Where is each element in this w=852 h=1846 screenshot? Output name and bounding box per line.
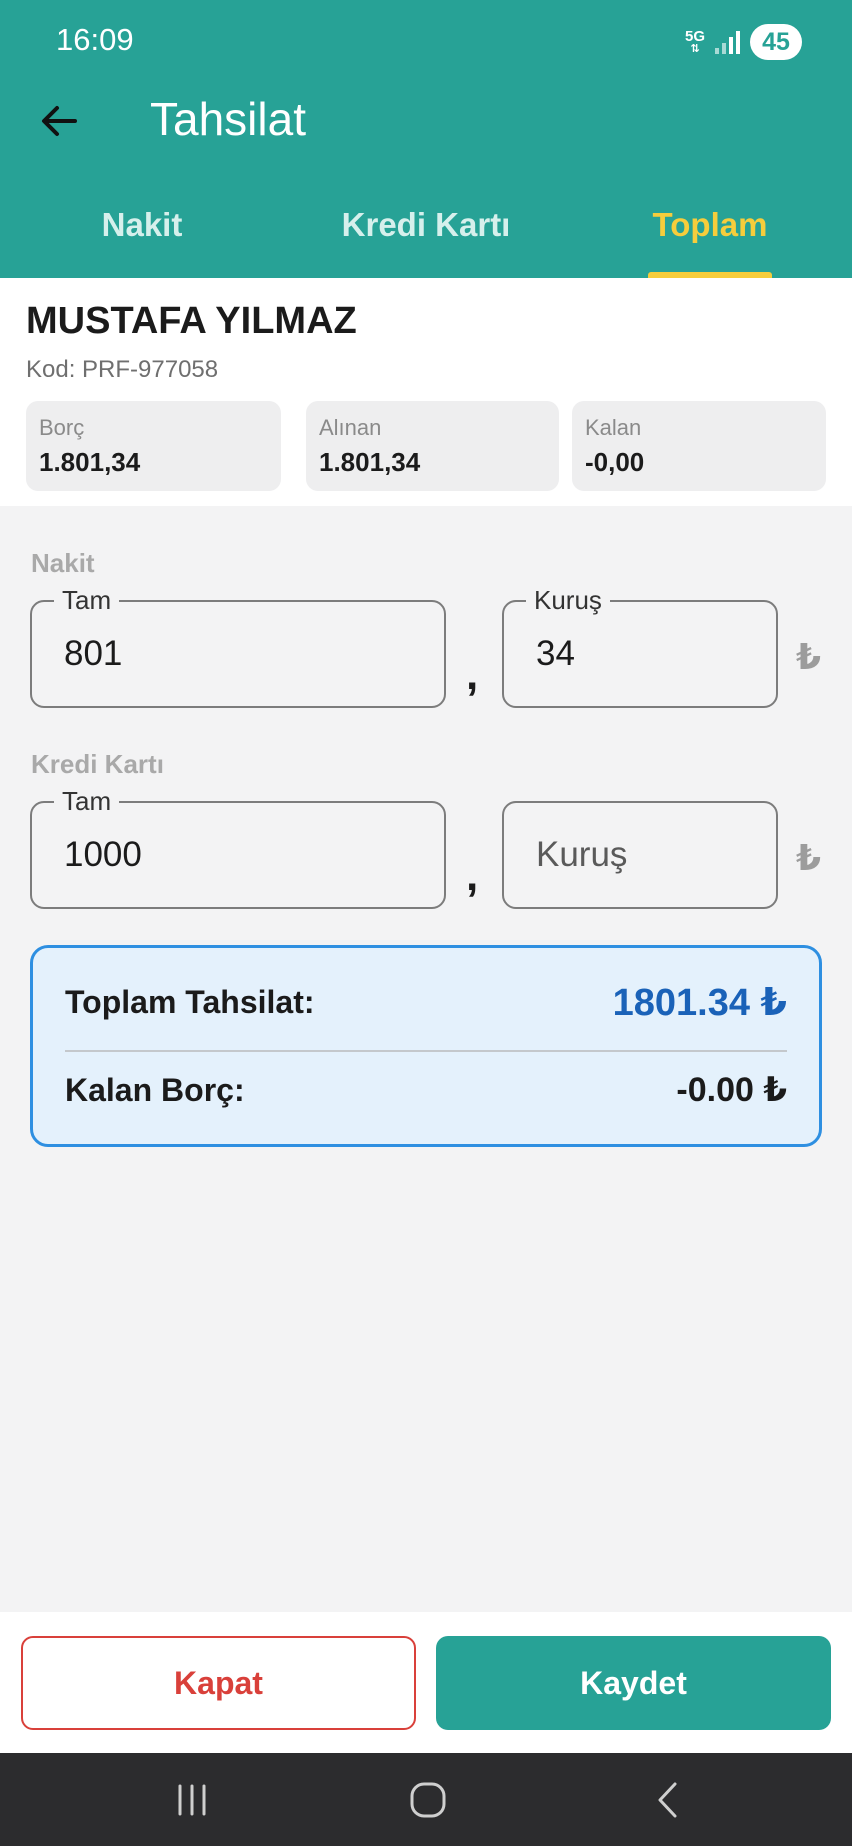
system-nav-bar — [0, 1753, 852, 1846]
battery-icon: 45 — [750, 24, 802, 60]
summary-label: Kalan — [585, 415, 642, 440]
back-button[interactable] — [34, 96, 84, 146]
summary-received: Alınan 1.801,34 — [306, 401, 559, 491]
decimal-separator: , — [466, 851, 479, 900]
lira-icon: ₺ — [796, 837, 822, 878]
action-bar: Kapat Kaydet — [0, 1612, 852, 1753]
field-placeholder: Kuruş — [536, 835, 628, 874]
total-collection-label: Toplam Tahsilat: — [65, 984, 315, 1020]
customer-card: MUSTAFA YILMAZ Kod: PRF-977058 Borç 1.80… — [0, 278, 852, 506]
customer-name: MUSTAFA YILMAZ — [26, 300, 357, 342]
field-label: Kuruş — [526, 584, 610, 616]
tab-bar: Nakit Kredi Kartı Toplam — [0, 196, 852, 278]
field-value: 34 — [536, 634, 575, 673]
decimal-separator: , — [466, 650, 479, 699]
field-label: Tam — [54, 584, 120, 616]
recent-apps-icon — [178, 1784, 206, 1815]
signal-strength-icon — [715, 30, 740, 54]
field-label: Tam — [54, 785, 120, 817]
home-button[interactable] — [368, 1753, 488, 1846]
card-section-label: Kredi Kartı — [31, 749, 164, 779]
summary-label: Alınan — [319, 415, 382, 440]
recent-apps-button[interactable] — [132, 1753, 252, 1846]
tab-kredi-karti[interactable]: Kredi Kartı — [284, 196, 568, 278]
summary-label: Borç — [39, 415, 85, 440]
app-header: 16:09 5G ⇅ 45 Tahsilat Nakit Kredi Kartı — [0, 0, 852, 278]
save-button[interactable]: Kaydet — [436, 1636, 831, 1730]
chevron-left-icon — [658, 1782, 677, 1817]
summary-remaining: Kalan -0,00 — [572, 401, 826, 491]
card-cents-input[interactable]: Kuruş — [502, 801, 778, 909]
summary-debt: Borç 1.801,34 — [26, 401, 281, 491]
cash-cents-input[interactable]: Kuruş 34 — [502, 584, 778, 708]
status-icons: 5G ⇅ 45 — [685, 22, 802, 62]
summary-value: 1.801,34 — [39, 447, 141, 477]
page-title: Tahsilat — [150, 93, 306, 145]
divider — [65, 1050, 787, 1052]
close-button[interactable]: Kapat — [21, 1636, 416, 1730]
home-icon — [410, 1782, 446, 1817]
tab-nakit[interactable]: Nakit — [0, 196, 284, 278]
field-value: 1000 — [64, 835, 142, 874]
tab-toplam[interactable]: Toplam — [568, 196, 852, 278]
field-value: 801 — [64, 634, 123, 673]
network-5g-icon: 5G ⇅ — [684, 28, 705, 55]
summary-value: -0,00 — [585, 447, 645, 477]
status-time: 16:09 — [56, 22, 134, 57]
cash-section-label: Nakit — [31, 548, 95, 578]
remaining-debt-label: Kalan Borç: — [65, 1072, 245, 1108]
total-collection-value: 1801.34 ₺ — [612, 982, 787, 1024]
lira-icon: ₺ — [796, 636, 822, 677]
system-back-button[interactable] — [608, 1753, 728, 1846]
status-bar: 16:09 5G ⇅ 45 — [0, 0, 852, 86]
remaining-debt-value: -0.00 ₺ — [676, 1071, 787, 1109]
summary-value: 1.801,34 — [319, 447, 421, 477]
card-whole-input[interactable]: Tam 1000 — [30, 785, 446, 909]
arrow-left-icon — [42, 106, 77, 136]
totals-card: Toplam Tahsilat: 1801.34 ₺ Kalan Borç: -… — [30, 945, 822, 1147]
cash-whole-input[interactable]: Tam 801 — [30, 584, 446, 708]
customer-code: Kod: PRF-977058 — [26, 356, 219, 383]
